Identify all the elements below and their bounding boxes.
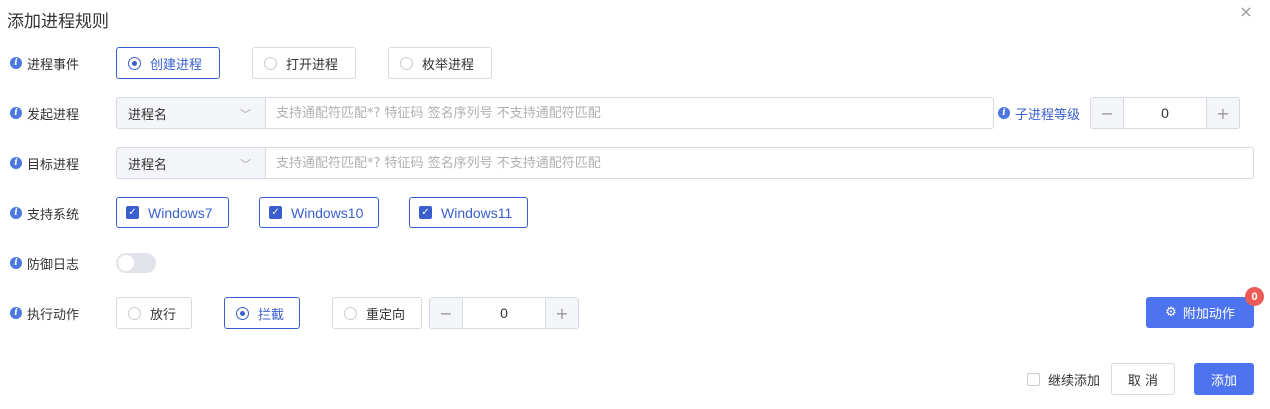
radio-label: 放行 [150,307,177,323]
info-icon: i [10,157,22,169]
radio-label: 打开进程 [286,57,339,73]
action-stepper: − 0 + [429,297,579,329]
decrement-button[interactable]: − [1091,98,1124,128]
supported-os-label-text: 支持系统 [27,207,80,223]
info-icon: i [10,257,22,269]
process-event-label-text: 进程事件 [27,57,80,73]
source-process-input[interactable] [266,97,994,129]
target-process-select[interactable]: 进程名 ﹀ [116,147,266,179]
select-value: 进程名 [128,157,168,173]
target-process-input[interactable] [266,147,1254,179]
radio-indicator [236,306,249,320]
add-button[interactable]: 添加 [1194,363,1254,395]
radio-create-process[interactable]: 创建进程 [116,47,220,79]
defense-log-toggle[interactable] [116,253,156,273]
select-value: 进程名 [128,107,168,123]
child-level-label: i 子进程等级 [998,104,1081,123]
decrement-button[interactable]: − [430,298,463,328]
increment-button[interactable]: + [545,298,578,328]
checkbox-label: Windows11 [441,204,513,221]
gear-icon: ⚙ [1165,305,1177,320]
radio-block[interactable]: 拦截 [224,297,300,329]
source-process-label: i 发起进程 [10,104,80,123]
extra-action-label: 附加动作 [1182,307,1235,322]
chevron-down-icon: ﹀ [240,108,251,121]
radio-allow[interactable]: 放行 [116,297,192,329]
close-icon[interactable]: × [1238,4,1254,20]
child-level-value[interactable]: 0 [1124,98,1206,128]
checkbox-windows7[interactable]: ✓ Windows7 [116,197,229,228]
radio-indicator [128,56,141,70]
radio-label: 拦截 [258,307,285,323]
action-stepper-value[interactable]: 0 [463,298,545,328]
radio-redirect[interactable]: 重定向 [332,297,422,329]
child-level-stepper: − 0 + [1090,97,1240,129]
source-process-select[interactable]: 进程名 ﹀ [116,97,266,129]
process-event-label: i 进程事件 [10,54,80,73]
continue-add-label: 继续添加 [1048,373,1101,389]
dialog-title: 添加进程规则 [7,12,109,32]
info-icon: i [10,207,22,219]
defense-log-label-text: 防御日志 [27,257,80,273]
increment-button[interactable]: + [1206,98,1239,128]
extra-action-button[interactable]: ⚙ 附加动作 [1146,297,1254,328]
checkbox-indicator [1027,372,1040,386]
checkbox-windows11[interactable]: ✓ Windows11 [409,197,528,228]
toggle-knob [118,255,134,271]
chevron-down-icon: ﹀ [240,158,251,171]
check-icon: ✓ [419,206,432,219]
info-icon: i [10,57,22,69]
radio-open-process[interactable]: 打开进程 [252,47,356,79]
info-icon: i [998,107,1010,119]
radio-label: 重定向 [366,307,406,323]
radio-indicator [264,56,277,70]
info-icon: i [10,107,22,119]
info-icon: i [10,307,22,319]
radio-indicator [128,306,141,320]
radio-enum-process[interactable]: 枚举进程 [388,47,492,79]
continue-add-checkbox[interactable]: 继续添加 [1027,371,1101,389]
radio-indicator [344,306,357,320]
check-icon: ✓ [269,206,282,219]
cancel-button[interactable]: 取 消 [1111,363,1175,395]
radio-label: 创建进程 [150,57,203,73]
radio-indicator [400,56,413,70]
target-process-label: i 目标进程 [10,154,80,173]
target-process-label-text: 目标进程 [27,157,80,173]
checkbox-windows10[interactable]: ✓ Windows10 [259,197,379,228]
action-label: i 执行动作 [10,304,80,323]
radio-label: 枚举进程 [422,57,475,73]
defense-log-label: i 防御日志 [10,254,80,273]
child-level-label-text: 子进程等级 [1015,107,1081,123]
source-process-label-text: 发起进程 [27,107,80,123]
checkbox-label: Windows10 [291,204,364,221]
check-icon: ✓ [126,206,139,219]
action-label-text: 执行动作 [27,307,80,323]
checkbox-label: Windows7 [148,204,213,221]
extra-action-badge: 0 [1245,287,1264,306]
supported-os-label: i 支持系统 [10,204,80,223]
